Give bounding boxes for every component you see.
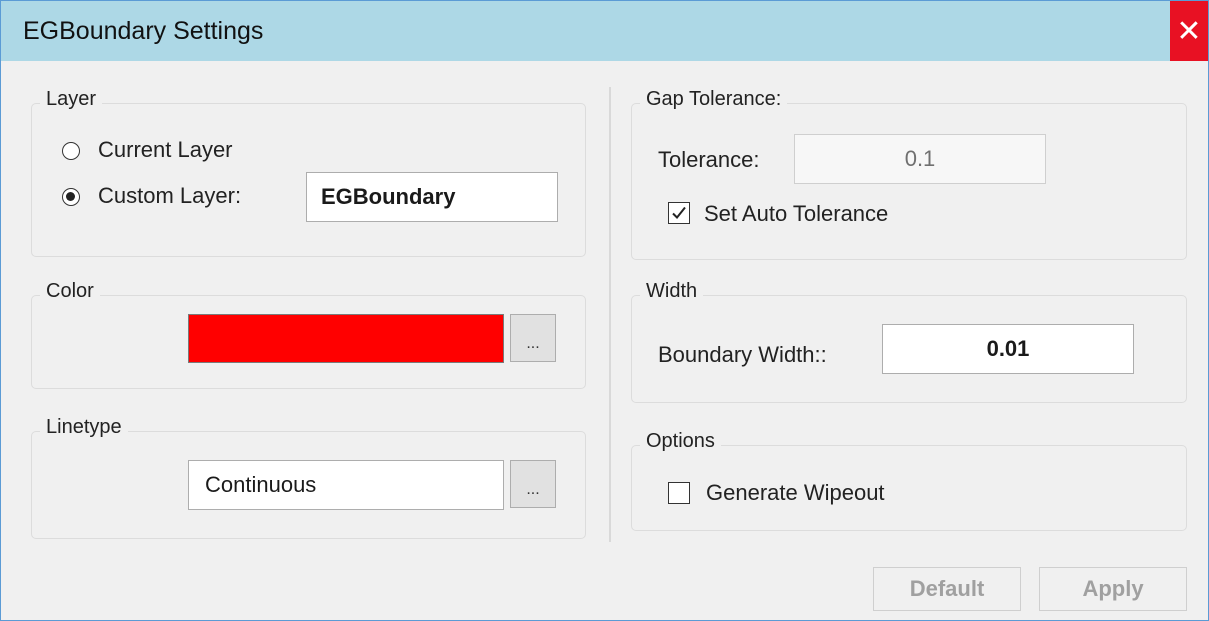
gap-tolerance-legend: Gap Tolerance: [640, 88, 788, 111]
gap-tolerance-group: Gap Tolerance: Tolerance: 0.1 Set Auto T… [631, 88, 1187, 260]
width-legend: Width [640, 280, 704, 303]
default-button[interactable]: Default [873, 567, 1021, 611]
boundary-width-input[interactable]: 0.01 [882, 324, 1134, 374]
auto-tolerance-label[interactable]: Set Auto Tolerance [704, 201, 888, 227]
current-layer-label[interactable]: Current Layer [98, 137, 233, 163]
close-icon: ✕ [1176, 14, 1202, 48]
width-group: Width Boundary Width:: 0.01 [631, 280, 1187, 403]
layer-legend: Layer [40, 88, 103, 111]
settings-dialog: EGBoundary Settings ✕ Layer Current Laye… [0, 0, 1209, 621]
linetype-group: Linetype Continuous ... [31, 416, 586, 539]
layer-group: Layer Current Layer Custom Layer: EGBoun… [31, 88, 586, 257]
generate-wipeout-checkbox[interactable] [668, 482, 690, 504]
apply-button[interactable]: Apply [1039, 567, 1187, 611]
options-group: Options Generate Wipeout [631, 430, 1187, 531]
column-divider [609, 87, 611, 542]
color-swatch[interactable] [188, 314, 504, 363]
window-title: EGBoundary Settings [23, 17, 264, 45]
custom-layer-label[interactable]: Custom Layer: [98, 183, 241, 209]
tolerance-label: Tolerance: [658, 147, 760, 172]
color-group: Color ... [31, 280, 586, 389]
close-button[interactable]: ✕ [1170, 1, 1208, 61]
custom-layer-input[interactable]: EGBoundary [306, 172, 558, 222]
auto-tolerance-checkbox[interactable] [668, 202, 690, 224]
current-layer-radio[interactable] [62, 142, 80, 160]
title-bar[interactable]: EGBoundary Settings ✕ [1, 1, 1208, 61]
custom-layer-radio[interactable] [62, 188, 80, 206]
linetype-legend: Linetype [40, 416, 128, 439]
options-legend: Options [640, 430, 721, 453]
linetype-browse-button[interactable]: ... [510, 460, 556, 508]
color-legend: Color [40, 280, 100, 303]
check-icon [672, 206, 686, 219]
tolerance-input[interactable]: 0.1 [794, 134, 1046, 184]
generate-wipeout-label[interactable]: Generate Wipeout [706, 480, 885, 506]
color-browse-button[interactable]: ... [510, 314, 556, 362]
linetype-input[interactable]: Continuous [188, 460, 504, 510]
boundary-width-label: Boundary Width:: [658, 342, 827, 367]
